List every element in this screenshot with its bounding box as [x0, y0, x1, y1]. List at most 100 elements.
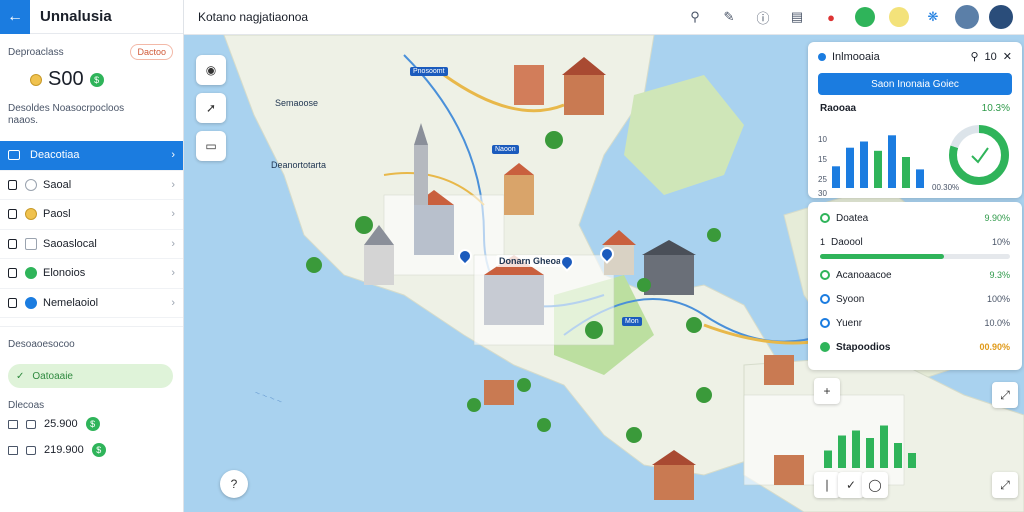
chart-bar[interactable] [874, 150, 882, 188]
chart-bar[interactable] [902, 157, 910, 188]
clock-icon[interactable]: ◯ [862, 472, 888, 498]
sidebar-item-label: Paosl [43, 208, 71, 221]
chart-bar[interactable] [846, 147, 854, 188]
status-icon[interactable] [886, 4, 912, 30]
wallet-icon[interactable]: ▤ [784, 4, 810, 30]
zoom-in-button[interactable]: + [814, 378, 840, 404]
status-icon [820, 270, 830, 280]
transactions-label: Dlecoas [8, 400, 45, 411]
chart-bar[interactable] [860, 141, 868, 189]
balance-chip[interactable]: Dactoo [130, 44, 173, 60]
close-icon[interactable]: ✕ [1003, 50, 1012, 63]
currency-icon: $ [85, 417, 100, 431]
list-row-label: Yuenr [836, 317, 863, 329]
status-pill[interactable]: ✓ Oatoaaie [8, 364, 173, 388]
edit-icon[interactable]: ✎ [716, 4, 742, 30]
stats-count: 10 [984, 50, 997, 63]
sidebar: ← Unnalusia Deproaclass Dactoo S00 $ Des… [0, 0, 184, 512]
y-tick-label: 10 [818, 135, 827, 144]
balance-label: Deproaclass [8, 46, 64, 58]
chevron-right-icon: › [171, 267, 175, 280]
map-tag[interactable]: Pnosoomt [410, 67, 448, 76]
sidebar-item-4[interactable]: Elonoios › [0, 259, 183, 289]
user-avatar-icon[interactable] [954, 4, 980, 30]
map-tag[interactable]: Naoon [492, 145, 519, 154]
search-icon[interactable]: ⚲ [682, 4, 708, 30]
top-bar: Kotano nagjatiaonoa ⚲ ✎ ⓘ ▤ ● ❋ [184, 0, 1024, 35]
transaction-row[interactable]: 25.900 $ [0, 411, 183, 437]
balance-value-row: S00 $ [0, 60, 183, 91]
globe-icon [25, 296, 37, 309]
list-row-label: Daoool [831, 236, 863, 248]
chart-bar[interactable] [888, 135, 896, 188]
sidebar-item-label: Saoal [43, 178, 72, 191]
back-button[interactable]: ← [0, 0, 30, 34]
coin-icon [30, 73, 42, 86]
transaction-amount: 219.900 [44, 444, 84, 456]
list-row[interactable]: Stapoodios 00.90% [808, 335, 1022, 359]
settings-icon[interactable]: ❋ [920, 4, 946, 30]
help-button[interactable]: ? [220, 470, 248, 498]
dashboard-icon [8, 150, 20, 161]
status-icon [820, 342, 830, 352]
sidebar-item-1[interactable]: Saoal › [0, 171, 183, 200]
list-row[interactable]: Doatea 9.90% [808, 206, 1022, 230]
folder-icon [8, 297, 17, 308]
list-row[interactable]: Acanoaacoe 9.3% [808, 263, 1022, 287]
donut-chart [949, 125, 1009, 185]
wallet-icon [26, 445, 36, 455]
y-tick-label: 15 [818, 155, 827, 164]
status-icon [820, 318, 830, 328]
layers-icon[interactable]: ◉ [196, 55, 226, 85]
city-label: Donarn Gheoau [496, 255, 570, 267]
transaction-row[interactable]: 219.900 $ [0, 437, 183, 463]
notification-icon[interactable]: ● [818, 4, 844, 30]
expand-icon[interactable]: ⤢ [992, 472, 1018, 498]
currency-icon: $ [91, 443, 106, 457]
profile-icon[interactable] [988, 4, 1014, 30]
list-row[interactable]: 1 Daoool 10% [808, 230, 1022, 254]
currency-icon: $ [89, 72, 104, 87]
sidebar-item-5[interactable]: Nemelaoiol › [0, 289, 183, 318]
stats-action-button[interactable]: Saon Inonaia Goiec [818, 73, 1012, 95]
progress-bar [820, 254, 1010, 259]
stats-panel-header: Inlmooaia ⚲ 10 ✕ [808, 42, 1022, 71]
card-icon[interactable]: ▭ [196, 131, 226, 161]
list-row[interactable]: Yuenr 10.0% [808, 311, 1022, 335]
receipt-icon [8, 445, 18, 455]
search-icon[interactable]: ⚲ [970, 50, 978, 63]
filter-icon[interactable]: ∣ [814, 472, 840, 498]
list-row-value: 00.90% [979, 342, 1010, 352]
sidebar-description: Desoldes Noasocrpocloos naaos. [8, 103, 125, 126]
app-title: Unnalusia [40, 8, 112, 25]
region-label: Deanortotarta [271, 160, 327, 170]
sidebar-item-label: Nemelaoiol [43, 296, 99, 309]
sidebar-item-2[interactable]: Paosl › [0, 200, 183, 230]
cursor-icon[interactable]: ➚ [196, 93, 226, 123]
region-label: Semaoose [275, 98, 319, 108]
chevron-right-icon: › [171, 178, 175, 191]
list-row-label: Stapoodios [836, 341, 891, 353]
progress-fill [820, 254, 944, 259]
map-tag[interactable]: Mon [622, 317, 642, 326]
list-row-value: 10% [991, 237, 1010, 247]
info-icon[interactable]: ⓘ [750, 4, 776, 30]
wallet-icon [26, 419, 36, 429]
check-icon[interactable]: ✓ [838, 472, 864, 498]
sidebar-item-3[interactable]: Saoaslocal › [0, 230, 183, 259]
sidebar-item-label: Saoaslocal [43, 237, 97, 250]
list-row-label: Doatea [836, 212, 869, 224]
list-row[interactable]: Syoon 100% [808, 287, 1022, 311]
expand-icon[interactable]: ⤢ [992, 382, 1018, 408]
x-tick-label: 30 [818, 189, 827, 196]
section-label: Desoaoesocoo [0, 326, 183, 354]
lock-icon [8, 209, 17, 220]
chart-bar[interactable] [916, 169, 924, 188]
check-icon [971, 147, 989, 164]
mini-chart-bar [824, 450, 832, 468]
refresh-icon[interactable] [852, 4, 878, 30]
chart-bar[interactable] [832, 166, 840, 188]
sidebar-item-0[interactable]: Deacotiaa › [0, 141, 183, 171]
mini-chart-bar [852, 430, 860, 468]
bank-icon [8, 268, 17, 279]
